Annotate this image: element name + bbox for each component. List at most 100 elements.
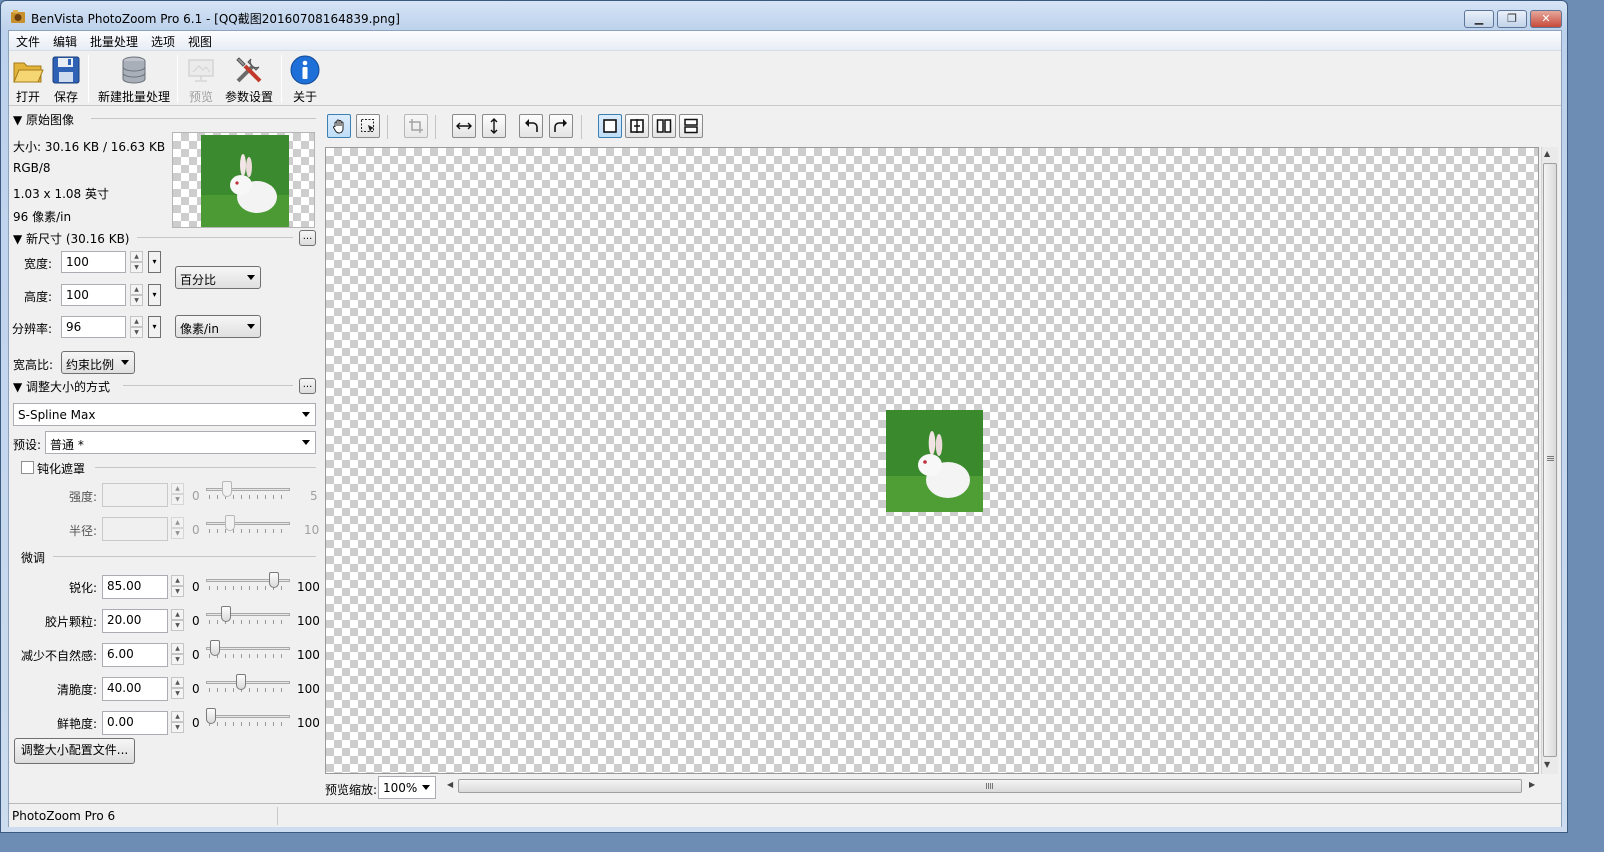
- resolution-input[interactable]: 96: [61, 316, 126, 338]
- original-color-mode: RGB/8: [13, 161, 51, 175]
- rotate-left-button[interactable]: [519, 114, 543, 138]
- preset-select[interactable]: 普通 *: [45, 431, 316, 454]
- hand-tool-button[interactable]: [327, 114, 351, 138]
- new-batch-button[interactable]: 新建批量处理: [95, 54, 173, 104]
- open-button[interactable]: 打开: [10, 54, 46, 104]
- fine-tune-spinner[interactable]: ▲ ▼: [171, 575, 184, 597]
- slider-thumb[interactable]: [206, 708, 216, 724]
- tools-icon: [236, 57, 262, 83]
- fine-tune-slider[interactable]: [206, 605, 290, 627]
- radius-input[interactable]: [102, 517, 168, 541]
- fine-tune-slider[interactable]: [206, 707, 290, 729]
- fine-tune-spinner[interactable]: ▲ ▼: [171, 643, 184, 665]
- menu-edit[interactable]: 编辑: [53, 33, 77, 50]
- size-unit-select[interactable]: 百分比: [175, 266, 261, 289]
- zoom-select[interactable]: 100%: [378, 776, 436, 799]
- fine-tune-input[interactable]: 20.00: [102, 609, 168, 633]
- close-button[interactable]: ✕: [1530, 10, 1562, 28]
- strength-input[interactable]: [102, 483, 168, 507]
- rotate-right-button[interactable]: [549, 114, 573, 138]
- settings-panel: ▼ 原始图像 大小: 30.16 KB / 16.63 KB RGB/8 1.0…: [9, 108, 321, 803]
- horizontal-scroll-thumb[interactable]: [458, 779, 1522, 793]
- hand-icon: [333, 119, 344, 134]
- fine-tune-slider[interactable]: [206, 639, 290, 661]
- radius-spinner[interactable]: ▲ ▼: [171, 517, 184, 539]
- single-view-button[interactable]: [598, 114, 622, 138]
- status-bar: PhotoZoom Pro 6: [9, 803, 1561, 827]
- fine-tune-slider[interactable]: [206, 571, 290, 593]
- menu-file[interactable]: 文件: [16, 33, 40, 50]
- crop-button[interactable]: [404, 114, 428, 138]
- fine-tune-input[interactable]: 0.00: [102, 711, 168, 735]
- resolution-unit-dropdown[interactable]: ▾: [148, 316, 161, 338]
- height-unit-dropdown[interactable]: ▾: [148, 284, 161, 306]
- unsharp-mask-header: 钝化遮罩: [37, 462, 86, 476]
- select-tool-button[interactable]: [356, 114, 380, 138]
- side-by-side-view-button[interactable]: [652, 114, 676, 138]
- resolution-unit-select[interactable]: 像素/in: [175, 315, 261, 338]
- fine-tune-header: 微调: [21, 551, 46, 565]
- fine-tune-spinner[interactable]: ▲ ▼: [171, 677, 184, 699]
- preview-canvas[interactable]: [325, 147, 1539, 774]
- width-spinner[interactable]: ▲ ▼: [130, 251, 143, 273]
- resize-profiles-button[interactable]: 调整大小配置文件...: [14, 738, 135, 764]
- height-spinner[interactable]: ▲ ▼: [130, 284, 143, 306]
- flip-vertical-button[interactable]: [482, 114, 506, 138]
- width-input[interactable]: 100: [61, 251, 126, 273]
- strength-spinner[interactable]: ▲ ▼: [171, 483, 184, 505]
- radius-slider[interactable]: [206, 514, 290, 536]
- resize-method-more-button[interactable]: ...: [299, 378, 316, 394]
- aspect-select[interactable]: 约束比例: [61, 351, 135, 374]
- title-bar[interactable]: BenVista PhotoZoom Pro 6.1 - [QQ截图201607…: [1, 1, 1567, 31]
- toolbar-separator: [281, 55, 282, 103]
- height-input[interactable]: 100: [61, 284, 126, 306]
- minimize-button[interactable]: ▁: [1464, 10, 1494, 28]
- menu-options[interactable]: 选项: [151, 33, 175, 50]
- scroll-down-arrow-icon[interactable]: ▼: [1544, 760, 1550, 769]
- original-thumbnail[interactable]: [172, 132, 315, 228]
- about-button[interactable]: 关于: [287, 54, 323, 104]
- radius-min: 0: [192, 523, 200, 537]
- new-size-header[interactable]: ▼ 新尺寸 (30.16 KB): [13, 230, 130, 247]
- flip-horizontal-button[interactable]: [452, 114, 476, 138]
- resize-method-header[interactable]: ▼ 调整大小的方式: [13, 378, 110, 395]
- preview-button[interactable]: 预览: [183, 54, 219, 104]
- fine-tune-spinner[interactable]: ▲ ▼: [171, 609, 184, 631]
- slider-thumb[interactable]: [222, 481, 233, 497]
- strength-slider[interactable]: [206, 480, 290, 502]
- rabbit-preview-image[interactable]: [886, 410, 983, 512]
- save-button[interactable]: 保存: [48, 54, 84, 104]
- scroll-left-arrow-icon[interactable]: ◀: [447, 780, 453, 789]
- fine-tune-spinner[interactable]: ▲ ▼: [171, 711, 184, 733]
- fine-tune-input[interactable]: 6.00: [102, 643, 168, 667]
- vertical-scroll-thumb[interactable]: [1543, 163, 1557, 757]
- slider-thumb[interactable]: [220, 606, 231, 622]
- fine-tune-input[interactable]: 85.00: [102, 575, 168, 599]
- slider-thumb[interactable]: [210, 640, 221, 656]
- scroll-right-arrow-icon[interactable]: ▶: [1529, 780, 1535, 789]
- new-size-more-button[interactable]: ...: [299, 230, 316, 246]
- original-image-header[interactable]: ▼ 原始图像: [13, 111, 74, 128]
- slider-thumb[interactable]: [224, 515, 235, 531]
- menu-view[interactable]: 视图: [188, 33, 212, 50]
- top-bottom-view-button[interactable]: [679, 114, 703, 138]
- unsharp-mask-checkbox[interactable]: [21, 461, 34, 474]
- divider: [53, 556, 316, 557]
- slider-thumb[interactable]: [268, 572, 279, 588]
- scroll-up-arrow-icon[interactable]: ▲: [1544, 149, 1550, 158]
- menu-batch[interactable]: 批量处理: [90, 33, 138, 50]
- aspect-label: 宽高比:: [13, 358, 54, 372]
- fine-tune-slider[interactable]: [206, 673, 290, 695]
- main-toolbar: 打开 保存 新建批量处理 预览 参数设置 关于: [9, 52, 1561, 106]
- vertical-scrollbar[interactable]: ▲ ▼: [1541, 147, 1558, 774]
- settings-button[interactable]: 参数设置: [223, 54, 275, 104]
- fine-tune-input[interactable]: 40.00: [102, 677, 168, 701]
- divider: [95, 467, 316, 468]
- slider-thumb[interactable]: [235, 674, 246, 690]
- maximize-button[interactable]: ❐: [1497, 10, 1527, 28]
- width-unit-dropdown[interactable]: ▾: [148, 251, 161, 273]
- radius-max: 10: [304, 523, 320, 537]
- split-view-button[interactable]: [625, 114, 649, 138]
- resize-method-select[interactable]: S-Spline Max: [13, 403, 316, 426]
- resolution-spinner[interactable]: ▲ ▼: [130, 316, 143, 338]
